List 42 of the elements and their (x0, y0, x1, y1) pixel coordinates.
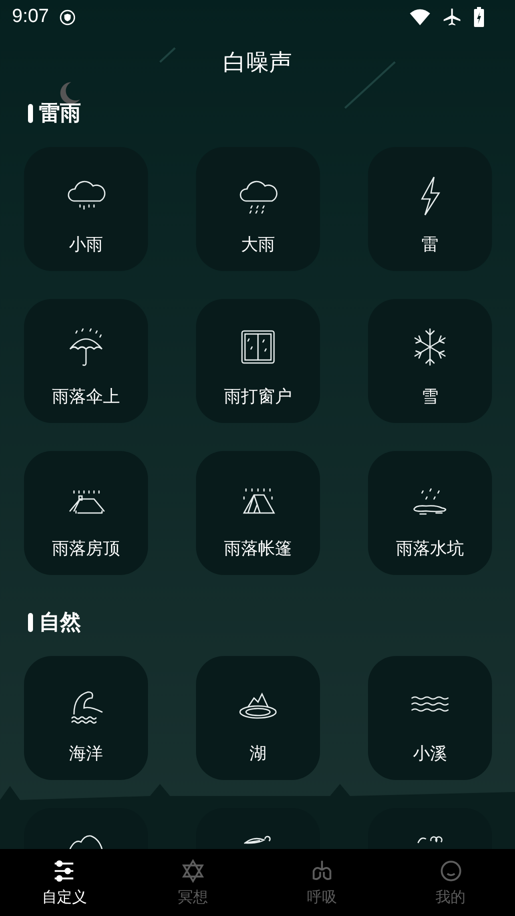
sound-card[interactable]: 湖 (196, 656, 320, 780)
sound-label: 海洋 (69, 743, 103, 765)
sound-card[interactable]: 雨落伞上 (24, 299, 148, 423)
sound-card[interactable]: 小溪 (368, 656, 492, 780)
section-title: 雷雨 (39, 100, 81, 127)
sound-card[interactable]: 海洋 (24, 656, 148, 780)
battery-icon (473, 6, 485, 28)
page-title: 白噪声 (222, 48, 293, 78)
sound-card[interactable]: 雷 (368, 147, 492, 271)
sound-label: 雪 (422, 386, 438, 408)
leaf-icon (244, 835, 272, 844)
sound-label: 雨落房顶 (52, 538, 120, 560)
status-time: 9:07 (12, 6, 49, 28)
sound-card[interactable]: 雨打窗户 (196, 299, 320, 423)
sound-card[interactable] (24, 808, 148, 849)
sound-label: 雨落帐篷 (224, 538, 292, 560)
sound-label: 雨落伞上 (52, 386, 120, 408)
sound-label: 雨落水坑 (396, 538, 464, 560)
sound-card[interactable]: 小雨 (24, 147, 148, 271)
wifi-icon (409, 7, 431, 27)
sound-card[interactable]: 雨落房顶 (24, 451, 148, 575)
shield-icon (58, 8, 76, 26)
sound-label: 大雨 (241, 234, 275, 256)
sound-card[interactable]: 雨落水坑 (368, 451, 492, 575)
sound-label: 雷 (422, 234, 438, 256)
sound-card[interactable]: 雨落帐篷 (196, 451, 320, 575)
sound-card[interactable] (368, 808, 492, 849)
sound-card[interactable] (196, 808, 320, 849)
section-title: 自然 (39, 609, 81, 636)
sound-label: 小雨 (69, 234, 103, 256)
sound-card[interactable]: 大雨 (196, 147, 320, 271)
sound-label: 小溪 (413, 743, 447, 765)
star-of-david-icon (180, 858, 206, 884)
wind-icon (417, 835, 443, 844)
sound-label: 湖 (250, 743, 266, 765)
section-marker (28, 104, 33, 122)
hill-icon (69, 835, 103, 849)
sound-label: 雨打窗户 (224, 386, 292, 408)
nav-tab[interactable]: 自定义 (0, 849, 129, 916)
section-marker (28, 612, 33, 632)
sound-card[interactable]: 雪 (368, 299, 492, 423)
airplane-icon (441, 7, 463, 27)
